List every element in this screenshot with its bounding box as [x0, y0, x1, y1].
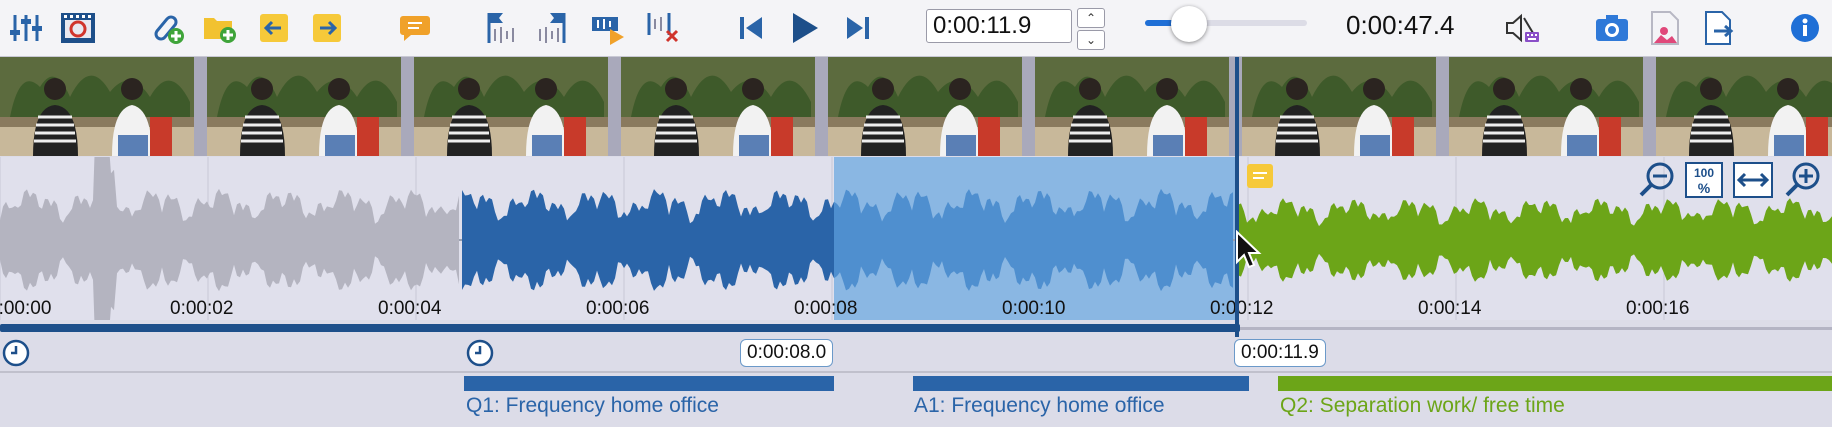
set-end-icon[interactable]	[533, 8, 573, 48]
skip-back-icon[interactable]	[731, 8, 771, 48]
tick-label: 0:00:06	[586, 298, 650, 319]
mute-keyboard-icon[interactable]	[1502, 8, 1542, 48]
clock-icon[interactable]	[466, 339, 494, 367]
tick-label: 0:00:04	[378, 298, 442, 319]
video-thumbnail[interactable]	[1242, 57, 1436, 156]
export-icon[interactable]	[1699, 8, 1739, 48]
tick-label: 0:00:08	[794, 298, 858, 319]
segment-bar-q1[interactable]	[464, 376, 834, 391]
svg-text:100: 100	[1694, 166, 1714, 180]
selection-row	[0, 334, 1832, 374]
camera-icon[interactable]	[1592, 8, 1632, 48]
forward-note-icon[interactable]	[307, 8, 347, 48]
segment-label: Q2: Separation work/ free time	[1280, 394, 1565, 417]
delete-segment-icon[interactable]	[643, 8, 683, 48]
video-frame-icon[interactable]	[58, 8, 98, 48]
skip-forward-icon[interactable]	[838, 8, 878, 48]
add-link-icon[interactable]	[148, 8, 188, 48]
video-thumbnail[interactable]	[1656, 57, 1832, 156]
video-thumbnail[interactable]	[1035, 57, 1229, 156]
tick-label: 0:00:12	[1210, 298, 1274, 319]
video-thumbnail[interactable]	[0, 57, 194, 156]
chevron-down-icon[interactable]: ⌄	[1077, 30, 1105, 50]
slider-thumb[interactable]	[1170, 6, 1207, 42]
zoom-100-icon[interactable]: 100%	[1684, 160, 1724, 200]
play-icon[interactable]	[785, 8, 825, 48]
tick-label: 0:00:16	[1626, 298, 1690, 319]
timeline-scrollbar[interactable]	[0, 320, 1832, 334]
video-thumbnail[interactable]	[621, 57, 815, 156]
video-thumbnail[interactable]	[1449, 57, 1643, 156]
set-start-icon[interactable]	[480, 8, 520, 48]
video-thumbnail[interactable]	[207, 57, 401, 156]
total-time: 0:00:47.4	[1346, 10, 1455, 40]
mixer-sliders-icon[interactable]	[6, 8, 46, 48]
segment-bar-a1[interactable]	[913, 376, 1249, 391]
segment-bar-q2[interactable]	[1278, 376, 1832, 391]
fit-width-icon[interactable]	[1733, 160, 1773, 200]
tick-label: 0:00:00	[0, 298, 52, 319]
tick-label: 0:00:02	[170, 298, 234, 319]
play-segment-icon[interactable]	[588, 8, 628, 48]
zoom-in-icon[interactable]	[1783, 160, 1823, 200]
video-thumbnail[interactable]	[414, 57, 608, 156]
clock-icon[interactable]	[2, 339, 30, 367]
chevron-up-icon[interactable]: ⌃	[1077, 8, 1105, 28]
toolbar: ⌃ ⌄ 0:00:47.4	[0, 0, 1832, 57]
playhead[interactable]	[1235, 57, 1239, 337]
back-note-icon[interactable]	[254, 8, 294, 48]
tick-label: 0:00:10	[1002, 298, 1066, 319]
info-icon[interactable]	[1785, 8, 1825, 48]
current-time-input[interactable]	[926, 9, 1072, 43]
audio-waveform[interactable]	[0, 111, 1832, 369]
segment-label: Q1: Frequency home office	[466, 394, 719, 417]
time-stepper[interactable]: ⌃ ⌄	[1077, 8, 1105, 50]
video-thumbnail[interactable]	[828, 57, 1022, 156]
tick-label: 0:00:14	[1418, 298, 1482, 319]
memo-icon[interactable]	[1246, 163, 1274, 191]
video-thumbnail-strip[interactable]	[0, 57, 1832, 156]
segment-label: A1: Frequency home office	[914, 394, 1165, 417]
svg-text:%: %	[1698, 180, 1711, 196]
mouse-cursor-icon	[1235, 229, 1265, 270]
selection-end-label[interactable]: 0:00:11.9	[1234, 339, 1326, 367]
selection-start-label[interactable]: 0:00:08.0	[740, 339, 834, 367]
add-folder-icon[interactable]	[200, 8, 240, 48]
scrollbar-thumb[interactable]	[0, 324, 1240, 332]
volume-slider[interactable]	[1145, 6, 1307, 42]
photo-icon[interactable]	[1645, 8, 1685, 48]
comment-icon[interactable]	[395, 8, 435, 48]
zoom-out-icon[interactable]	[1637, 160, 1677, 200]
